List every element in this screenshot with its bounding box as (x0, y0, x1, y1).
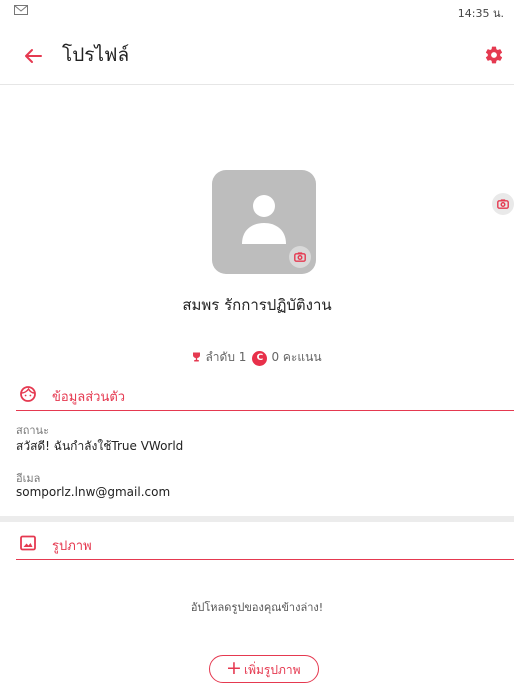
section-divider (0, 516, 514, 522)
points-value: 0 (271, 350, 280, 364)
trophy-icon (193, 352, 201, 362)
status-value: สวัสดี! ฉันกำลังใช้True VWorld (16, 439, 184, 453)
rank-label: ลำดับ (205, 350, 235, 364)
personal-info-title: ข้อมูลส่วนตัว (52, 390, 126, 405)
points-label: คะแนน (282, 350, 322, 364)
add-photo-label: เพิ่มรูปภาพ (244, 663, 301, 677)
profile-name: สมพร รักการปฏิบัติงาน (182, 296, 332, 314)
rank-and-points: ลำดับ 1C0 คะแนน (0, 348, 514, 367)
email-value: somporlz.lnw@gmail.com (16, 485, 171, 499)
arrow-back-icon[interactable] (24, 48, 42, 64)
photos-title: รูปภาพ (52, 539, 92, 554)
image-icon (20, 535, 36, 551)
camera-icon (497, 199, 509, 209)
face-icon (20, 386, 36, 402)
upload-hint: อัปโหลดรูปของคุณข้างล่าง! (190, 601, 324, 614)
rank-value: 1 (238, 350, 247, 364)
avatar[interactable] (212, 170, 316, 274)
status-bar: 14:35 น. (0, 0, 514, 24)
coin-icon: C (252, 351, 268, 366)
personal-info-header: ข้อมูลส่วนตัว (16, 384, 514, 411)
status-time: 14:35 น. (457, 7, 504, 20)
mail-icon (14, 5, 28, 15)
photos-header: รูปภาพ (16, 533, 514, 560)
cover-photo-camera-button[interactable] (492, 193, 514, 215)
app-bar: โปรไฟล์ (0, 26, 514, 85)
add-photo-button[interactable]: + เพิ่มรูปภาพ (209, 655, 319, 683)
camera-icon (294, 252, 306, 262)
avatar-camera-button[interactable] (289, 246, 311, 268)
person-icon (242, 195, 286, 244)
plus-icon: + (226, 657, 242, 679)
gear-icon[interactable] (484, 45, 504, 65)
page-title: โปรไฟล์ (62, 44, 130, 66)
